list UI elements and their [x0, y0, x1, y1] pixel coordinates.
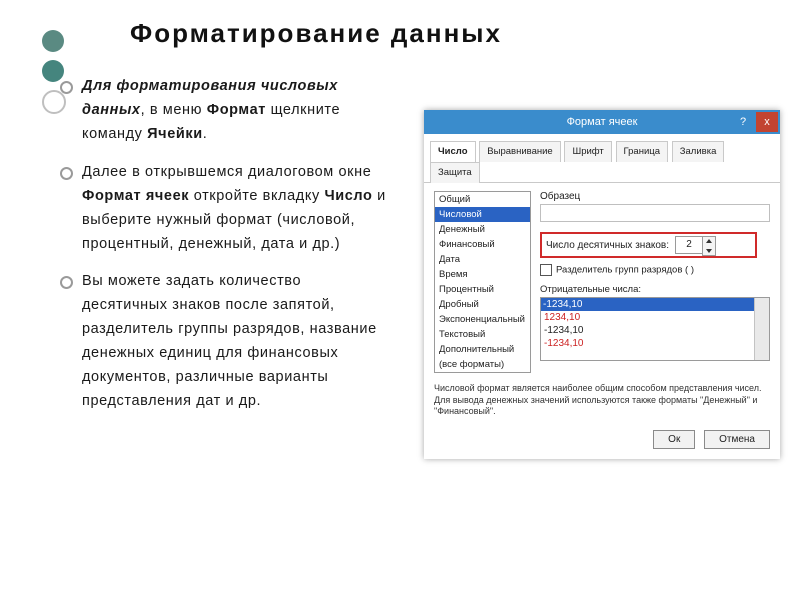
negative-option[interactable]: -1234,10	[544, 324, 766, 337]
negative-option[interactable]: -1234,10	[544, 337, 766, 350]
text: откройте вкладку	[189, 188, 324, 204]
dialog-title-text: Формат ячеек	[567, 116, 638, 128]
sample-label: Образец	[540, 191, 770, 202]
close-button[interactable]: x	[756, 112, 778, 132]
sample-box	[540, 204, 770, 222]
text: Ячейки	[147, 126, 203, 142]
list-item: Далее в открывшемся диалоговом окне Форм…	[60, 161, 390, 257]
category-item[interactable]: Денежный	[435, 222, 530, 237]
text: Формат	[207, 102, 266, 118]
category-item[interactable]: Дробный	[435, 297, 530, 312]
negative-option-selected[interactable]: -1234,10	[541, 298, 769, 311]
format-hint-text: Числовой формат является наиболее общим …	[434, 373, 770, 418]
page-title: Форматирование данных	[130, 18, 502, 49]
negative-option[interactable]: 1234,10	[544, 311, 766, 324]
category-item[interactable]: Финансовый	[435, 237, 530, 252]
tab-font[interactable]: Шрифт	[564, 141, 611, 162]
category-item[interactable]: Экспоненциальный	[435, 312, 530, 327]
list-item: Для форматирования числовых данных, в ме…	[60, 75, 390, 147]
text: Вы можете задать количество десятичных з…	[82, 273, 377, 409]
list-item: Вы можете задать количество десятичных з…	[60, 270, 390, 414]
tab-number[interactable]: Число	[430, 141, 476, 162]
category-item[interactable]: Дата	[435, 252, 530, 267]
text: .	[203, 126, 208, 142]
decimal-places-row: Число десятичных знаков: 2	[540, 232, 757, 258]
dialog-body: Общий Числовой Денежный Финансовый Дата …	[424, 183, 780, 422]
negative-numbers-list[interactable]: -1234,10 1234,10 -1234,10 -1234,10	[540, 297, 770, 361]
dialog-titlebar: Формат ячеек ? x	[424, 110, 780, 134]
text: Формат ячеек	[82, 188, 189, 204]
decimal-places-label: Число десятичных знаков:	[546, 240, 669, 251]
content-list: Для форматирования числовых данных, в ме…	[60, 75, 390, 428]
category-item[interactable]: Процентный	[435, 282, 530, 297]
decimal-places-value: 2	[686, 239, 692, 250]
dialog-buttons: Ок Отмена	[424, 422, 780, 459]
decimal-places-stepper[interactable]: 2	[675, 236, 703, 254]
ok-button[interactable]: Ок	[653, 430, 695, 449]
thousands-separator-label: Разделитель групп разрядов ( )	[556, 265, 694, 276]
dialog-tabs: Число Выравнивание Шрифт Граница Заливка…	[424, 134, 780, 183]
options-pane: Образец Число десятичных знаков: 2 Разде…	[540, 191, 770, 361]
category-item[interactable]: Общий	[435, 192, 530, 207]
stepper-arrows-icon[interactable]	[702, 236, 716, 256]
text: Число	[324, 188, 372, 204]
category-item[interactable]: (все форматы)	[435, 357, 530, 372]
dot-icon	[42, 30, 64, 52]
category-item[interactable]: Текстовый	[435, 327, 530, 342]
scrollbar[interactable]	[754, 298, 769, 360]
category-item-selected[interactable]: Числовой	[435, 207, 530, 222]
category-item[interactable]: Время	[435, 267, 530, 282]
text: Далее в открывшемся диалоговом окне	[82, 164, 371, 180]
thousands-separator-row[interactable]: Разделитель групп разрядов ( )	[540, 264, 770, 276]
tab-border[interactable]: Граница	[616, 141, 668, 162]
category-list[interactable]: Общий Числовой Денежный Финансовый Дата …	[434, 191, 531, 373]
negative-numbers-label: Отрицательные числа:	[540, 284, 770, 295]
category-item[interactable]: Дополнительный	[435, 342, 530, 357]
tab-protection[interactable]: Защита	[430, 162, 480, 183]
text: , в меню	[141, 102, 207, 118]
format-cells-dialog: Формат ячеек ? x Число Выравнивание Шриф…	[424, 110, 780, 459]
help-button[interactable]: ?	[732, 110, 754, 134]
tab-fill[interactable]: Заливка	[672, 141, 725, 162]
cancel-button[interactable]: Отмена	[704, 430, 770, 449]
checkbox-icon[interactable]	[540, 264, 552, 276]
tab-alignment[interactable]: Выравнивание	[479, 141, 560, 162]
